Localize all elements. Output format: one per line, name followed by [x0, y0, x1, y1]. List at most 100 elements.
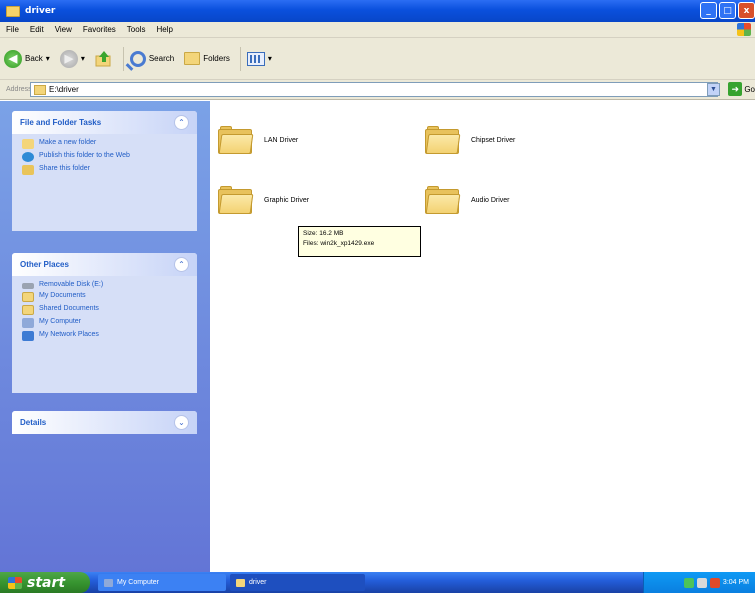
folder-item[interactable]: Audio Driver [425, 186, 510, 214]
place-my-network[interactable]: My Network Places [22, 331, 187, 341]
folders-icon [184, 52, 201, 65]
place-removable-disk[interactable]: Removable Disk (E:) [22, 281, 187, 289]
back-label: Back [25, 54, 43, 63]
details-panel: Details ⌄ [12, 411, 197, 434]
taskbar-task-driver[interactable]: driver [230, 574, 365, 591]
task-label: Share this folder [39, 165, 90, 172]
menu-edit[interactable]: Edit [30, 25, 44, 34]
up-folder-icon [95, 50, 113, 68]
removable-disk-icon [22, 283, 34, 289]
go-label: Go [744, 84, 755, 94]
back-button[interactable]: ◀ Back ▾ [4, 49, 50, 68]
folder-item[interactable]: Chipset Driver [425, 126, 515, 154]
maximize-button[interactable]: □ [719, 2, 736, 19]
network-places-icon [22, 331, 34, 341]
search-icon [129, 50, 146, 67]
menu-help[interactable]: Help [156, 25, 172, 34]
collapse-chevron-icon[interactable]: ⌃ [174, 115, 189, 130]
collapse-chevron-icon[interactable]: ⌃ [174, 257, 189, 272]
folder-icon [218, 186, 254, 214]
panel-body: Removable Disk (E:) My Documents Shared … [12, 276, 197, 352]
menu-favorites[interactable]: Favorites [83, 25, 116, 34]
forward-dropdown-icon[interactable]: ▾ [81, 54, 85, 63]
toolbar: ◀ Back ▾ ▶ ▾ Search Folders ▾ [0, 38, 755, 80]
panel-header[interactable]: File and Folder Tasks ⌃ [12, 111, 197, 134]
minimize-button[interactable]: _ [700, 2, 717, 19]
taskbar-task-my-computer[interactable]: My Computer [98, 574, 226, 591]
task-label: My Computer [117, 579, 160, 586]
place-my-documents[interactable]: My Documents [22, 292, 187, 302]
title-bar[interactable]: driver _ □ x [0, 0, 755, 22]
views-dropdown-icon: ▾ [267, 54, 272, 63]
task-label: Make a new folder [39, 139, 97, 146]
address-dropdown-icon[interactable]: ▼ [707, 83, 720, 96]
place-label: Shared Documents [39, 305, 99, 312]
folder-icon [6, 5, 20, 17]
panel-title: Details [20, 418, 47, 427]
forward-button[interactable]: ▶ ▾ [59, 49, 85, 68]
panel-body: Make a new folder Publish this folder to… [12, 134, 197, 186]
system-tray: 3:04 PM [643, 572, 755, 593]
views-icon [246, 51, 265, 66]
place-label: My Network Places [39, 331, 99, 338]
address-input[interactable]: E:\driver [30, 82, 718, 97]
folders-button[interactable]: Folders [184, 52, 230, 65]
close-button[interactable]: x [738, 2, 755, 19]
expand-chevron-icon[interactable]: ⌄ [174, 415, 189, 430]
task-publish-web[interactable]: Publish this folder to the Web [22, 152, 187, 162]
panel-header[interactable]: Details ⌄ [12, 411, 197, 434]
place-label: My Documents [39, 292, 86, 299]
folder-name: Graphic Driver [264, 196, 310, 204]
volume-tray-icon[interactable] [696, 577, 707, 588]
panel-title: File and Folder Tasks [20, 118, 102, 127]
folders-label: Folders [203, 54, 230, 63]
tooltip-files: Files: win2k_xp1429.exe [303, 240, 375, 247]
back-dropdown-icon[interactable]: ▾ [46, 54, 50, 63]
folder-item[interactable]: LAN Driver [218, 126, 298, 154]
search-button[interactable]: Search [129, 50, 174, 67]
window-title: driver [25, 6, 56, 16]
network-tray-icon[interactable] [683, 577, 694, 588]
taskbar: start My Computer driver 3:04 PM [0, 572, 755, 593]
folder-icon [236, 578, 245, 587]
task-share-folder[interactable]: Share this folder [22, 165, 187, 175]
menu-view[interactable]: View [55, 25, 72, 34]
place-shared-documents[interactable]: Shared Documents [22, 305, 187, 315]
up-folder-button[interactable] [95, 50, 113, 68]
toolbar-separator [122, 46, 124, 71]
place-my-computer[interactable]: My Computer [22, 318, 187, 328]
my-documents-icon [22, 292, 34, 302]
shared-documents-icon [22, 305, 34, 315]
file-list-view: LAN Driver Chipset Driver Graphic Driver… [210, 101, 755, 572]
place-label: Removable Disk (E:) [39, 281, 104, 288]
folder-icon [425, 186, 461, 214]
folder-info-tooltip: Size: 16.2 MB Files: win2k_xp1429.exe [298, 226, 421, 257]
menu-bar: File Edit View Favorites Tools Help [0, 22, 755, 38]
address-value: E:\driver [49, 85, 79, 94]
my-computer-icon [22, 318, 34, 328]
folder-item[interactable]: Graphic Driver [218, 186, 309, 214]
task-new-folder[interactable]: Make a new folder [22, 139, 187, 149]
go-button[interactable]: ➜ Go [728, 82, 755, 96]
folder-icon [34, 84, 46, 95]
menu-file[interactable]: File [6, 25, 19, 34]
toolbar-separator [239, 46, 241, 71]
tooltip-size: Size: 16.2 MB [303, 230, 344, 237]
forward-arrow-icon: ▶ [59, 49, 78, 68]
share-folder-icon [22, 165, 34, 175]
start-button[interactable]: start [0, 572, 90, 593]
back-arrow-icon: ◀ [4, 49, 22, 68]
go-arrow-icon: ➜ [728, 82, 743, 96]
panel-header[interactable]: Other Places ⌃ [12, 253, 197, 276]
folder-icon [425, 126, 461, 154]
panel-title: Other Places [20, 260, 69, 269]
address-label: Address [6, 86, 32, 93]
my-computer-icon [104, 578, 113, 587]
security-tray-icon[interactable] [709, 577, 720, 588]
views-button[interactable]: ▾ [246, 51, 272, 66]
clock[interactable]: 3:04 PM [723, 579, 749, 586]
windows-flag-icon [8, 576, 22, 589]
explorer-window: driver _ □ x File Edit View Favorites To… [0, 0, 755, 593]
new-folder-icon [22, 139, 34, 149]
menu-tools[interactable]: Tools [127, 25, 146, 34]
